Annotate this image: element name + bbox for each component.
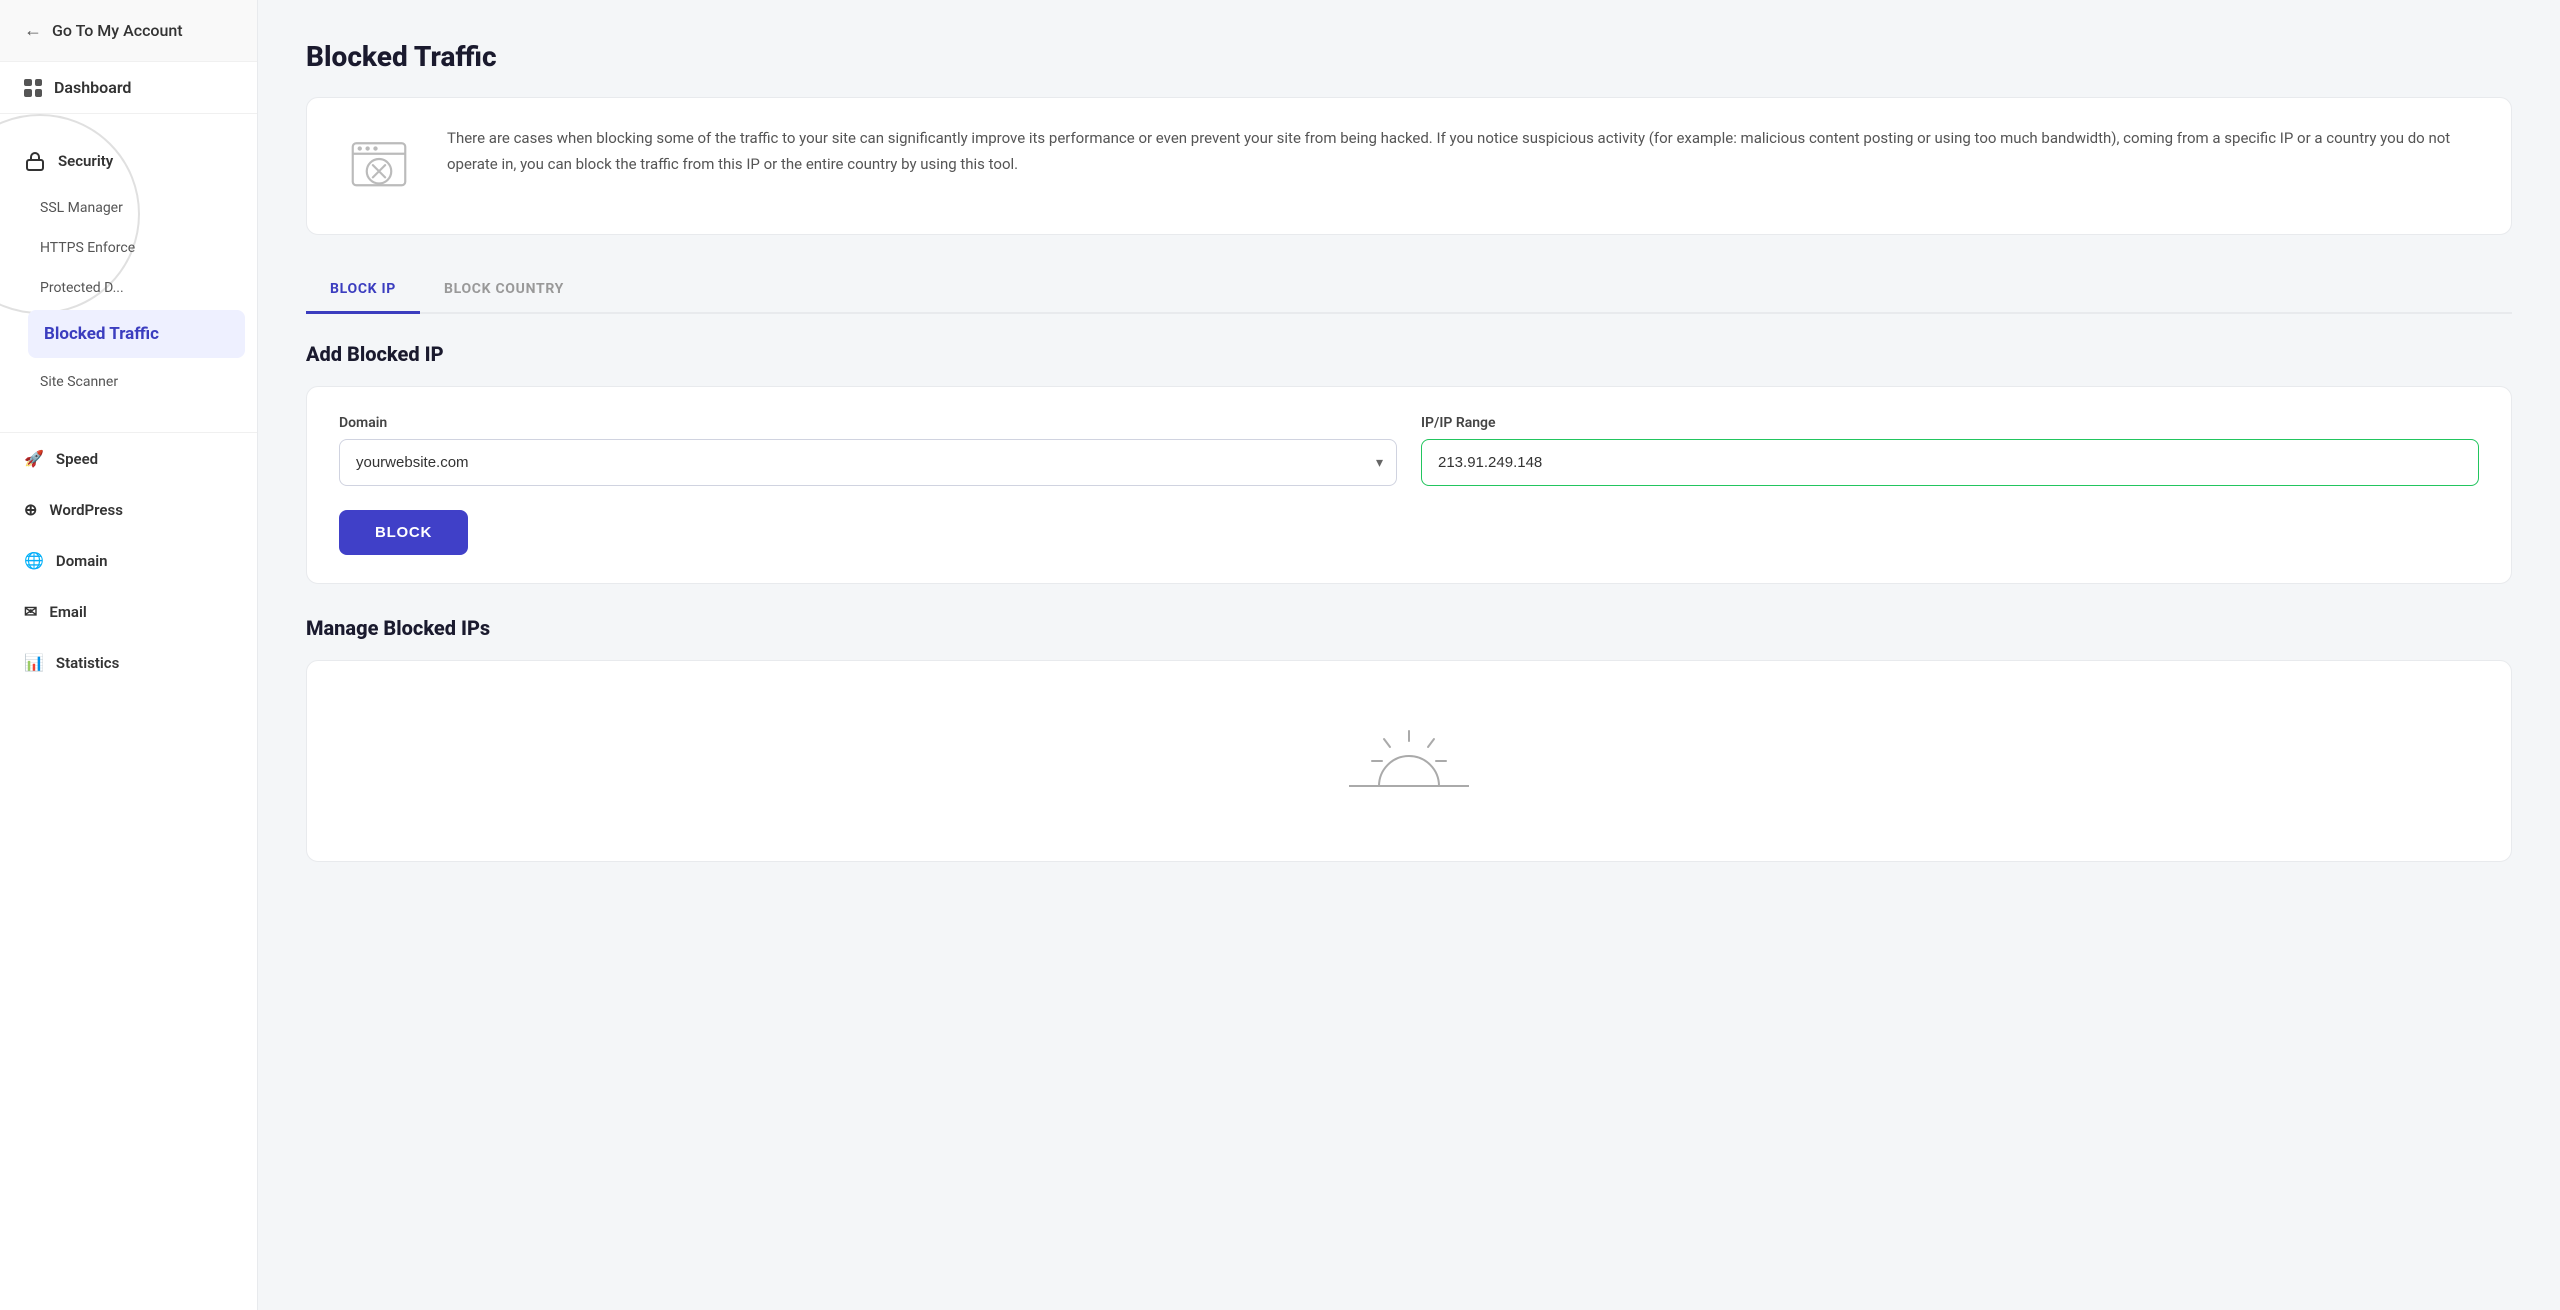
sidebar-item-https-enforce[interactable]: HTTPS Enforce [16,228,257,268]
email-icon: ✉ [24,602,37,621]
tab-block-country[interactable]: BLOCK COUNTRY [420,267,588,314]
sidebar-item-wordpress[interactable]: ⊕ WordPress [0,484,257,535]
security-sub-items: SSL Manager HTTPS Enforce Protected D...… [0,188,257,412]
domain-select[interactable]: yourwebsite.com [339,439,1397,486]
shield-block-icon [344,131,414,201]
statistics-icon: 📊 [24,653,44,672]
ip-input[interactable] [1421,439,2479,486]
ip-label: IP/IP Range [1421,415,2479,431]
sidebar-item-dashboard[interactable]: Dashboard [0,62,257,114]
empty-state-illustration [1339,721,1479,801]
ip-field-group: IP/IP Range [1421,415,2479,486]
ssl-manager-label: SSL Manager [40,200,123,216]
main-content: Blocked Traffic There are cases when blo… [258,0,2560,1310]
info-card: There are cases when blocking some of th… [306,97,2512,235]
active-item-label: Blocked Traffic [44,324,159,344]
domain-icon: 🌐 [24,551,44,570]
info-description: There are cases when blocking some of th… [447,126,2479,177]
domain-field-group: Domain yourwebsite.com ▾ [339,415,1397,486]
sidebar-item-site-scanner[interactable]: Site Scanner [16,362,257,402]
domain-select-wrap: yourwebsite.com ▾ [339,439,1397,486]
sidebar-item-domain[interactable]: 🌐 Domain [0,535,257,586]
dashboard-label: Dashboard [54,78,131,97]
page-title: Blocked Traffic [306,40,2512,73]
add-blocked-ip-title: Add Blocked IP [306,342,2512,366]
statistics-label: Statistics [56,654,119,672]
grid-icon [24,79,42,97]
security-section: Security SSL Manager HTTPS Enforce Prote… [0,114,257,412]
block-button[interactable]: BLOCK [339,510,468,555]
speed-icon: 🚀 [24,449,44,468]
shield-icon-wrap [339,126,419,206]
wordpress-label: WordPress [49,501,123,519]
tab-block-ip[interactable]: BLOCK IP [306,267,420,314]
back-label: Go To My Account [52,21,183,40]
sidebar-item-security[interactable]: Security [0,134,137,188]
site-scanner-label: Site Scanner [40,374,118,390]
sidebar-item-speed[interactable]: 🚀 Speed [0,433,257,484]
tabs-container: BLOCK IP BLOCK COUNTRY [306,267,2512,314]
speed-label: Speed [56,450,98,468]
sunrise-icon [1339,721,1479,801]
sidebar: ← Go To My Account Dashboard Security SS… [0,0,258,1310]
domain-label: Domain [339,415,1397,431]
back-arrow-icon: ← [24,20,42,41]
email-label: Email [49,603,86,621]
go-to-account-link[interactable]: ← Go To My Account [0,0,257,62]
sidebar-item-statistics[interactable]: 📊 Statistics [0,637,257,688]
lock-icon [24,150,46,172]
sidebar-item-protected-d[interactable]: Protected D... [16,268,257,308]
sidebar-item-ssl-manager[interactable]: SSL Manager [16,188,257,228]
domain-label: Domain [56,552,108,570]
https-enforce-label: HTTPS Enforce [40,240,135,256]
security-label: Security [58,152,113,170]
manage-blocked-ips-title: Manage Blocked IPs [306,616,2512,640]
sidebar-item-email[interactable]: ✉ Email [0,586,257,637]
protected-d-label: Protected D... [40,280,124,296]
add-blocked-ip-form: Domain yourwebsite.com ▾ IP/IP Range BLO… [306,386,2512,584]
wordpress-icon: ⊕ [24,500,37,519]
manage-blocked-ips-card [306,660,2512,862]
sidebar-item-blocked-traffic[interactable]: Blocked Traffic [28,310,245,358]
form-row: Domain yourwebsite.com ▾ IP/IP Range [339,415,2479,486]
